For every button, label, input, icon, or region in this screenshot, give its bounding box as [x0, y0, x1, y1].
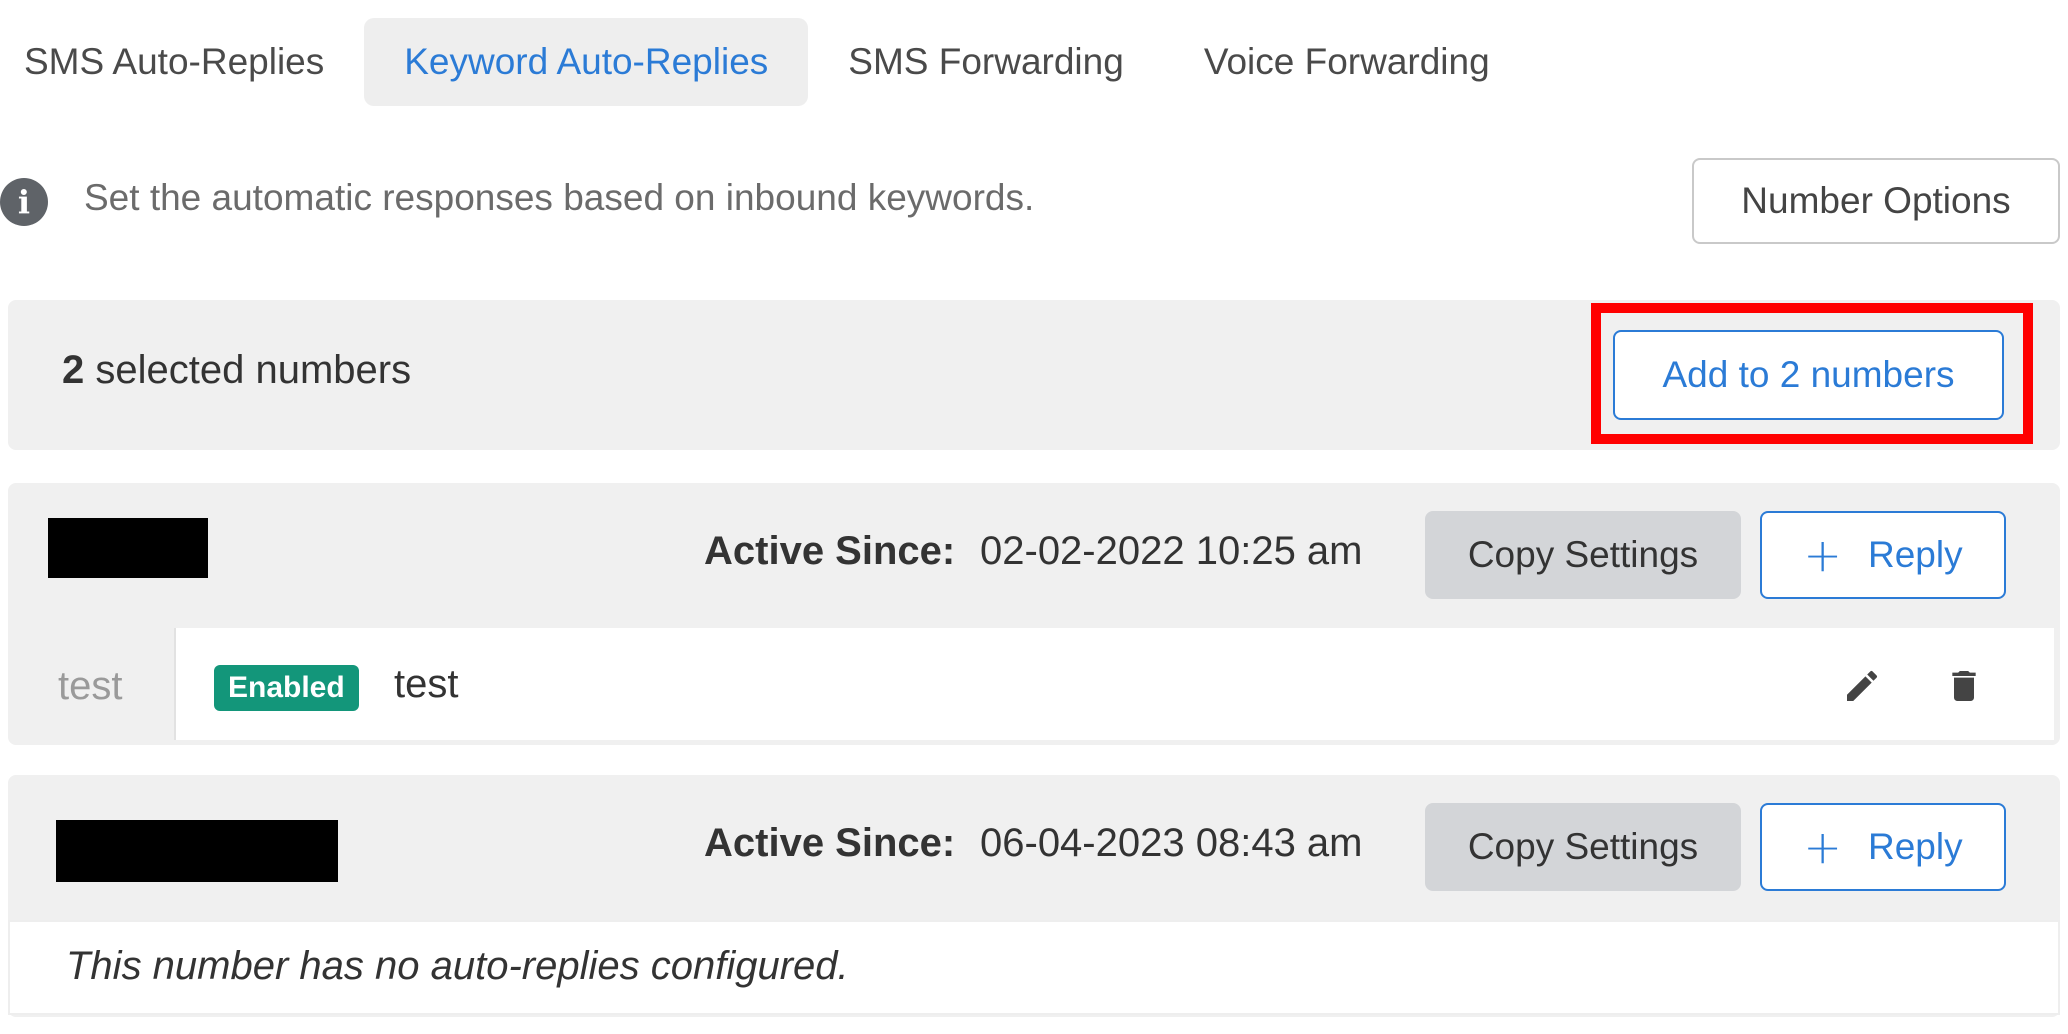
add-to-numbers-button[interactable]: Add to 2 numbers — [1613, 330, 2004, 420]
pencil-icon — [1847, 670, 1878, 701]
selection-count: 2 — [62, 348, 85, 392]
number-options-button[interactable]: Number Options — [1692, 158, 2060, 244]
delete-reply-button[interactable] — [1940, 662, 1988, 710]
info-row: i Set the automatic responses based on i… — [0, 155, 2060, 245]
number-card-header: Active Since: 06-04-2023 08:43 am Copy S… — [8, 775, 2060, 920]
selection-bar: 2 selected numbers Add to 2 numbers — [8, 300, 2060, 450]
trash-icon — [1952, 671, 1976, 701]
add-reply-label: Reply — [1867, 534, 1963, 575]
status-badge: Enabled — [214, 665, 359, 711]
info-icon: i — [0, 178, 48, 226]
selection-summary: 2 selected numbers — [62, 348, 411, 393]
info-description: Set the automatic responses based on inb… — [84, 177, 1035, 218]
tab-sms-forwarding[interactable]: SMS Forwarding — [808, 18, 1164, 106]
number-card-header: Active Since: 02-02-2022 10:25 am Copy S… — [8, 483, 2060, 628]
edit-reply-button[interactable] — [1838, 662, 1886, 710]
reply-body: Enabled test — [174, 628, 2054, 740]
number-card: Active Since: 06-04-2023 08:43 am Copy S… — [8, 775, 2060, 1017]
add-reply-button[interactable]: + Reply — [1760, 803, 2006, 891]
empty-replies-row: This number has no auto-replies configur… — [8, 920, 2060, 1015]
redacted-phone-number — [56, 820, 338, 882]
reply-text: test — [394, 662, 459, 706]
plus-icon: + — [1803, 528, 1842, 582]
copy-settings-button[interactable]: Copy Settings — [1425, 803, 1741, 891]
active-since-label: Active Since: — [704, 529, 956, 573]
active-since-value: 02-02-2022 10:25 am — [980, 529, 1363, 573]
tab-keyword-auto-replies[interactable]: Keyword Auto-Replies — [364, 18, 809, 106]
reply-row: test Enabled test — [8, 628, 2060, 745]
empty-replies-message: This number has no auto-replies configur… — [66, 944, 849, 988]
tab-sms-auto-replies[interactable]: SMS Auto-Replies — [0, 18, 364, 106]
add-reply-label: Reply — [1867, 826, 1963, 867]
number-card: Active Since: 02-02-2022 10:25 am Copy S… — [8, 483, 2060, 745]
redacted-phone-number — [48, 518, 208, 578]
copy-settings-button[interactable]: Copy Settings — [1425, 511, 1741, 599]
tab-voice-forwarding[interactable]: Voice Forwarding — [1164, 18, 1530, 106]
active-since-value: 06-04-2023 08:43 am — [980, 821, 1363, 865]
add-reply-button[interactable]: + Reply — [1760, 511, 2006, 599]
plus-icon: + — [1803, 820, 1842, 874]
active-since-label: Active Since: — [704, 821, 956, 865]
tab-bar: SMS Auto-Replies Keyword Auto-Replies SM… — [0, 18, 1530, 106]
reply-keyword: test — [58, 664, 123, 708]
selection-suffix: selected numbers — [95, 348, 412, 392]
